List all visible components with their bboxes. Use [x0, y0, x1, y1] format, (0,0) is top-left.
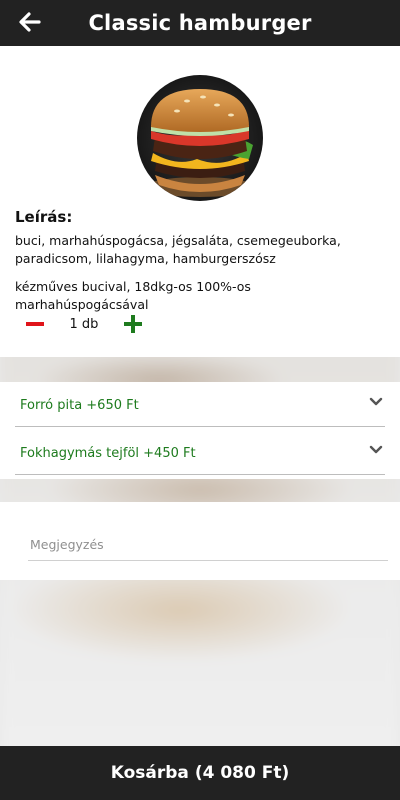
quantity-stepper: 1 db [22, 308, 146, 340]
arrow-left-icon [19, 12, 41, 32]
chevron-down-icon [369, 445, 383, 454]
decrease-quantity-button[interactable] [22, 309, 48, 339]
ingredients-text: buci, marhahúspogácsa, jégsaláta, csemeg… [15, 233, 341, 266]
product-card: Leírás: buci, marhahúspogácsa, jégsaláta… [0, 46, 400, 357]
minus-icon [26, 322, 44, 326]
extra-option-label: Forró pita +650 Ft [20, 397, 139, 413]
page-title: Classic hamburger [88, 11, 312, 35]
note-input[interactable] [28, 528, 388, 561]
back-button[interactable] [16, 8, 44, 36]
add-to-cart-label: Kosárba (4 080 Ft) [110, 763, 290, 783]
hamburger-image [137, 75, 263, 201]
extra-option-pita[interactable]: Forró pita +650 Ft [15, 384, 385, 427]
add-to-cart-button[interactable]: Kosárba (4 080 Ft) [0, 746, 400, 800]
chevron-down-icon [369, 397, 383, 406]
extras-panel: Forró pita +650 Ft Fokhagymás tejföl +45… [0, 382, 400, 479]
description-heading: Leírás: [15, 208, 73, 226]
increase-quantity-button[interactable] [120, 309, 146, 339]
extra-option-sauce[interactable]: Fokhagymás tejföl +450 Ft [15, 432, 385, 475]
note-panel [0, 502, 400, 580]
plus-icon [124, 315, 142, 333]
app-header: Classic hamburger [0, 0, 400, 46]
extra-option-label: Fokhagymás tejföl +450 Ft [20, 445, 196, 461]
quantity-value: 1 db [69, 316, 99, 332]
